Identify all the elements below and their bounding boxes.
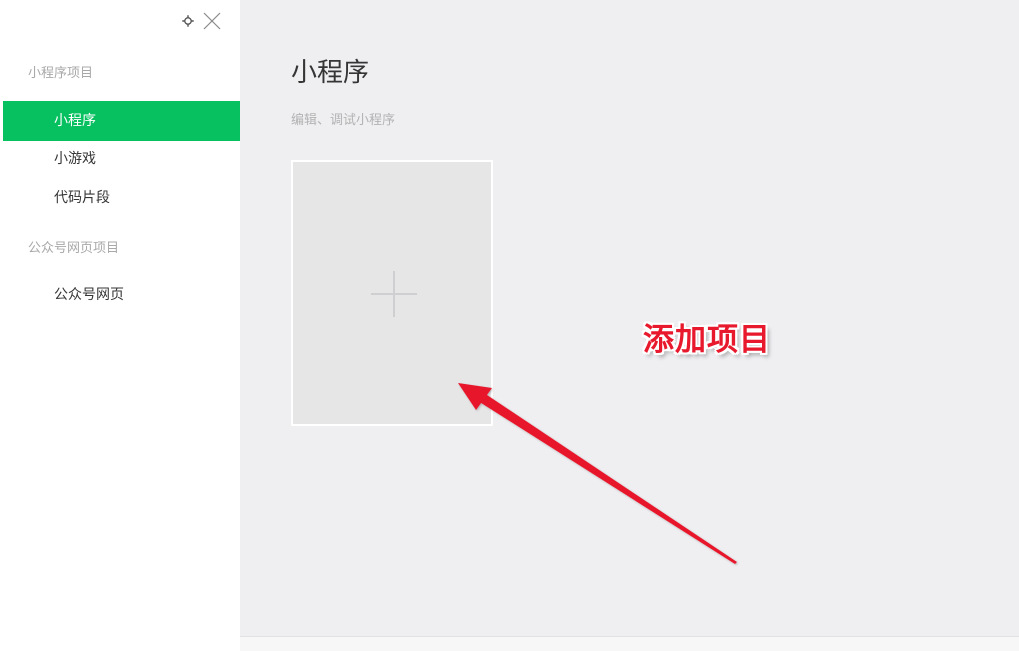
add-project-card[interactable] <box>291 160 493 426</box>
page-subtitle: 编辑、调试小程序 <box>291 113 396 128</box>
annotation-label: 添加项目 <box>643 322 771 358</box>
sidebar-item-minigame[interactable]: 小游戏 <box>3 139 240 179</box>
close-icon[interactable] <box>202 11 222 31</box>
plus-icon <box>371 271 417 317</box>
sidebar-item-miniprogram[interactable]: 小程序 <box>3 101 240 141</box>
bottom-strip <box>240 637 1019 651</box>
section-title-miniprogram: 小程序项目 <box>28 66 94 81</box>
section-title-official-account: 公众号网页项目 <box>28 241 120 256</box>
app-window: 小程序项目 小程序 小游戏 代码片段 公众号网页项目 公众号网页 小程序 编辑、… <box>0 0 1019 651</box>
main-panel: 小程序 编辑、调试小程序 <box>240 0 1019 651</box>
sidebar-item-code-snippet[interactable]: 代码片段 <box>3 178 240 218</box>
sidebar: 小程序项目 小程序 小游戏 代码片段 公众号网页项目 公众号网页 <box>0 0 240 651</box>
sidebar-top-icons <box>182 8 222 34</box>
sidebar-item-official-account-webpage[interactable]: 公众号网页 <box>3 275 240 315</box>
gear-icon[interactable] <box>182 15 194 27</box>
page-title: 小程序 <box>291 58 370 88</box>
